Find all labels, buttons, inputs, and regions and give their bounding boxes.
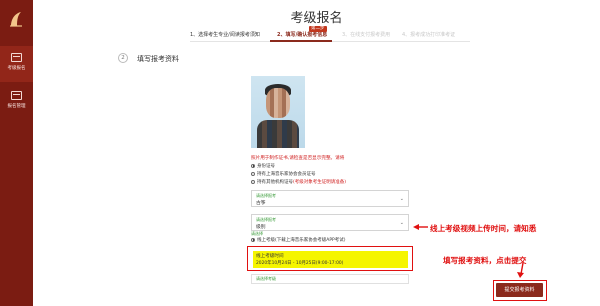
candidate-photo[interactable] [251,76,305,148]
registration-icon [11,53,22,62]
level-select[interactable]: 请选择报考 级别 ⌄ [251,214,409,231]
id-option-2[interactable]: 持有上海音乐家协会会员证号 [251,171,316,177]
step-1: 1、选择考生专业/阅读报考须知 [190,32,260,38]
section-title: 填写报考资料 [137,55,179,63]
radio-icon [251,163,255,168]
manage-icon [11,91,22,100]
radio-icon [251,171,255,176]
annotation-upload-time: 线上考级视频上传时间，请知悉 [430,224,537,233]
current-step-badge: 第二步 [309,26,327,32]
section-number: 2 [118,53,128,63]
submit-button[interactable]: 提交报考资料 [496,283,543,297]
sidebar-item-registration[interactable]: 考级报名 [0,46,33,82]
exam-mode-option[interactable]: 线上考级(下载上海音乐家协会考级APP考试) [251,237,346,243]
id-option-3[interactable]: 持有其他机构证号(考级对象考生证明请准备) [251,179,346,185]
radio-icon [251,179,255,184]
arrow-down-icon [517,272,524,278]
submit-highlight-frame: 提交报考资料 [493,280,547,301]
step-4: 4、报考成功打印准考证 [402,32,456,38]
photo-note: 照片用于制作证书,请检查是否显示完整。请将 [251,156,345,161]
online-exam-time: 线上考级时间 2020年10月24日 - 10月25日(9:00-17:00) [253,251,408,268]
chevron-down-icon: ⌄ [399,196,404,202]
id-option-1[interactable]: 身份证号 [251,163,275,169]
extra-select[interactable]: 请选择考级 [251,274,409,284]
chevron-down-icon: ⌄ [399,220,404,226]
radio-icon [251,237,255,242]
annotation-submit: 填写报考资料，点击提交 [443,256,527,265]
step-active-indicator [270,40,332,42]
step-2: 2、填写/确认报考信息 [277,32,328,38]
page-title: 考级报名 [290,11,343,26]
sidebar: 考级报名 报名管理 [0,0,33,306]
step-3: 3、在线支付报考费用 [342,32,391,38]
instrument-select[interactable]: 请选择报考 古筝 ⌄ [251,190,409,207]
sidebar-item-label: 报名管理 [7,103,26,109]
arrow-left-icon [413,224,419,230]
sidebar-item-management[interactable]: 报名管理 [0,84,33,120]
sidebar-item-label: 考级报名 [7,65,26,71]
